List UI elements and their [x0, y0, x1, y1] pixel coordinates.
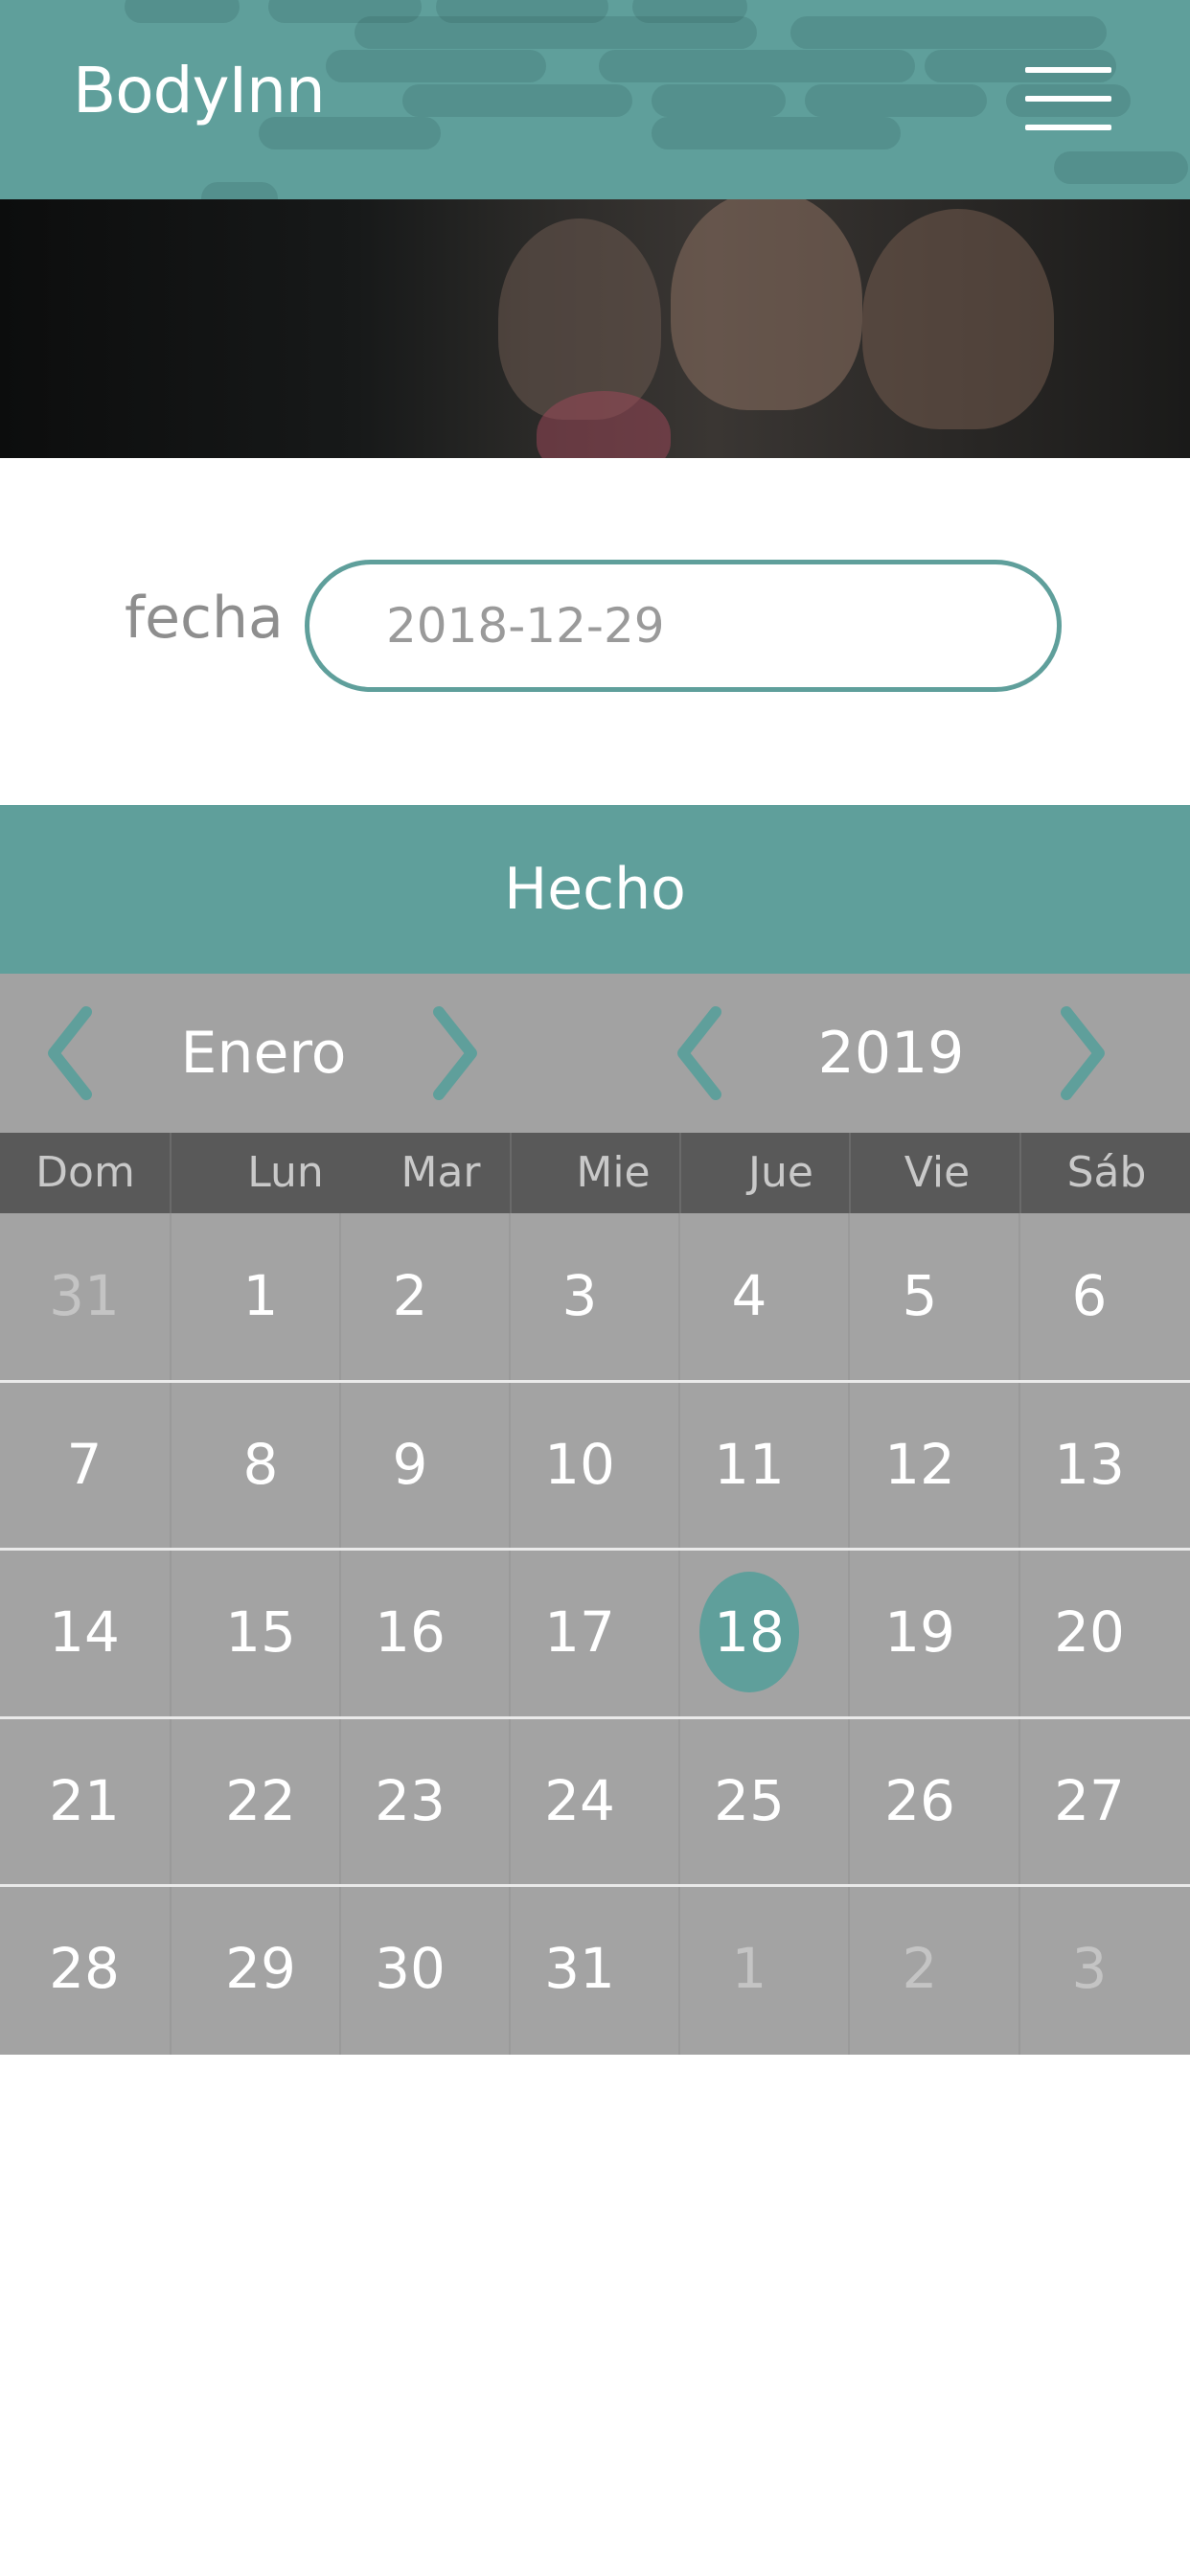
date-label: fecha	[125, 585, 284, 652]
calendar-day[interactable]: 2	[838, 1886, 1001, 2051]
header-pattern	[805, 84, 987, 117]
menu-line	[1025, 67, 1111, 73]
weekday-label: Mie	[576, 1148, 651, 1197]
weekday-divider	[1019, 1133, 1021, 1213]
hero-figure	[862, 209, 1054, 429]
header-pattern	[402, 84, 632, 117]
hamburger-menu-icon[interactable]	[1025, 67, 1111, 130]
calendar-day[interactable]: 8	[179, 1382, 342, 1547]
calendar-day[interactable]: 6	[1008, 1213, 1171, 1378]
chevron-right-icon	[433, 1006, 477, 1100]
weekday-label: Jue	[748, 1148, 813, 1197]
calendar-day[interactable]: 29	[179, 1886, 342, 2051]
weekday-label: Mar	[400, 1148, 481, 1197]
calendar-day[interactable]: 3	[1008, 1886, 1171, 2051]
done-button[interactable]: Hecho	[0, 805, 1190, 974]
date-input[interactable]	[305, 560, 1062, 692]
next-month-button[interactable]	[422, 1002, 489, 1104]
chevron-left-icon	[48, 1006, 92, 1100]
header-pattern	[652, 117, 901, 150]
hero-figure	[498, 218, 661, 420]
weekday-divider	[170, 1133, 172, 1213]
app-header: BodyInn	[0, 0, 1190, 199]
calendar-day[interactable]: 12	[838, 1382, 1001, 1547]
weekday-label: Dom	[35, 1148, 135, 1197]
weekday-label: Sáb	[1066, 1148, 1147, 1197]
calendar-day[interactable]: 15	[179, 1550, 342, 1714]
calendar-day[interactable]: 17	[498, 1550, 661, 1714]
header-pattern	[790, 16, 1107, 49]
calendar-day[interactable]: 18	[668, 1550, 831, 1714]
calendar-day[interactable]: 22	[179, 1718, 342, 1883]
calendar-day[interactable]: 30	[329, 1886, 492, 2051]
weekday-divider	[510, 1133, 512, 1213]
menu-line	[1025, 125, 1111, 130]
chevron-right-icon	[1061, 1006, 1105, 1100]
header-pattern	[355, 16, 757, 49]
picker-nav: Enero 2019	[0, 974, 1190, 1133]
prev-month-button[interactable]	[36, 1002, 103, 1104]
menu-line	[1025, 96, 1111, 102]
month-label: Enero	[180, 1020, 347, 1087]
calendar-day[interactable]: 14	[3, 1550, 166, 1714]
weekday-divider	[849, 1133, 851, 1213]
calendar-day[interactable]: 11	[668, 1382, 831, 1547]
weekday-divider	[679, 1133, 681, 1213]
calendar-day[interactable]: 9	[329, 1382, 492, 1547]
calendar-day[interactable]: 13	[1008, 1382, 1171, 1547]
calendar-day[interactable]: 4	[668, 1213, 831, 1378]
calendar-day[interactable]: 7	[3, 1382, 166, 1547]
calendar-day[interactable]: 1	[668, 1886, 831, 2051]
calendar-grid: 31 1 2 3 4 5 6 7 8 9 10 11 12 13 14 15 16 17 18 19 20 21 22 23 2…	[0, 1213, 1190, 2055]
calendar-day[interactable]: 31	[3, 1213, 166, 1378]
header-pattern	[599, 50, 915, 82]
header-pattern	[125, 0, 240, 23]
header-pattern	[1054, 151, 1188, 184]
calendar-day[interactable]: 16	[329, 1550, 492, 1714]
weekday-label: Vie	[904, 1148, 971, 1197]
calendar-day[interactable]: 23	[329, 1718, 492, 1883]
grid-divider	[170, 1213, 172, 2055]
weekday-header: Dom Lun Mar Mie Jue Vie Sáb	[0, 1133, 1190, 1213]
chevron-left-icon	[677, 1006, 721, 1100]
calendar-day[interactable]: 1	[179, 1213, 342, 1378]
calendar-day[interactable]: 5	[838, 1213, 1001, 1378]
header-pattern	[326, 50, 546, 82]
brand-logo: BodyInn	[73, 54, 326, 127]
hero-image	[0, 199, 1190, 458]
selected-day-marker: 18	[699, 1572, 799, 1692]
calendar-day[interactable]: 19	[838, 1550, 1001, 1714]
year-label: 2019	[817, 1020, 965, 1087]
calendar-day[interactable]: 24	[498, 1718, 661, 1883]
weekday-label: Lun	[247, 1148, 324, 1197]
header-pattern	[652, 84, 786, 117]
calendar-day[interactable]: 27	[1008, 1718, 1171, 1883]
prev-year-button[interactable]	[666, 1002, 733, 1104]
calendar-day[interactable]: 20	[1008, 1550, 1171, 1714]
calendar-day[interactable]: 21	[3, 1718, 166, 1883]
hero-figure	[671, 199, 862, 410]
calendar-day[interactable]: 2	[329, 1213, 492, 1378]
calendar-day[interactable]: 31	[498, 1886, 661, 2051]
calendar-day[interactable]: 10	[498, 1382, 661, 1547]
next-year-button[interactable]	[1049, 1002, 1116, 1104]
calendar-day[interactable]: 3	[498, 1213, 661, 1378]
calendar-day[interactable]: 25	[668, 1718, 831, 1883]
calendar-day[interactable]: 26	[838, 1718, 1001, 1883]
header-pattern	[201, 182, 278, 199]
calendar-day[interactable]: 28	[3, 1886, 166, 2051]
